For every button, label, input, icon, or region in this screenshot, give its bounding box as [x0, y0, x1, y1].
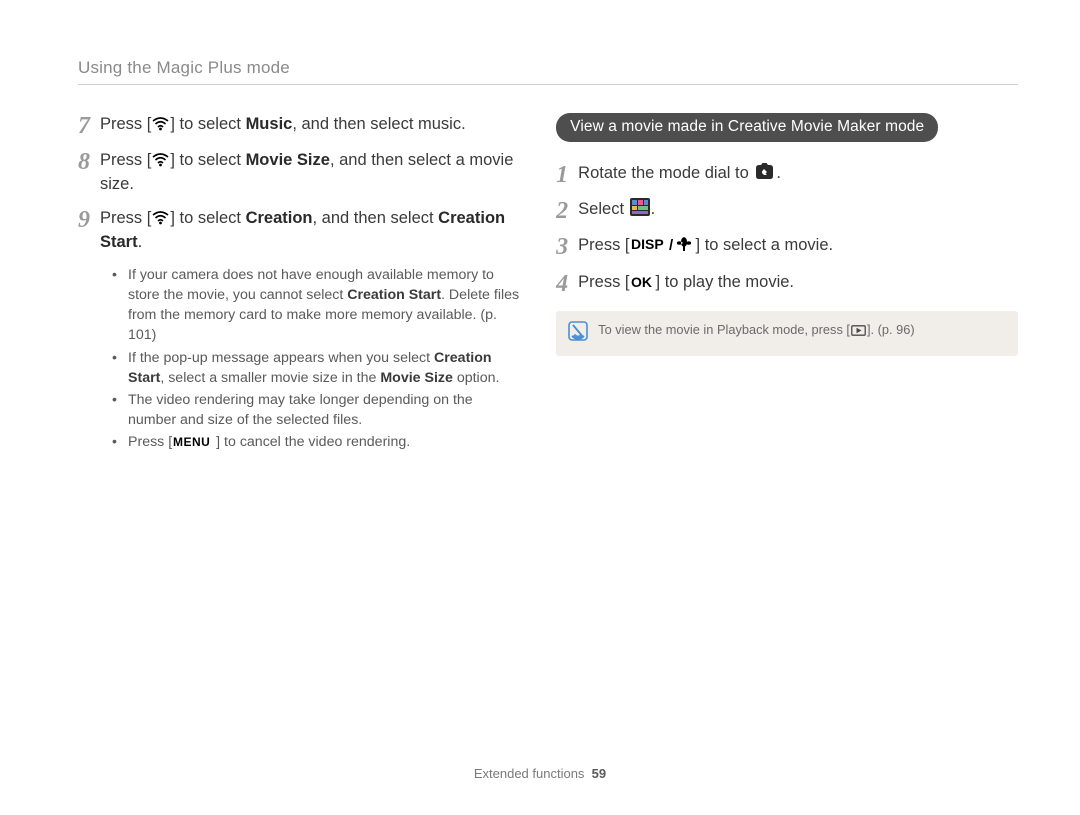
list-item: Press [MENU] to cancel the video renderi… [112, 432, 520, 452]
left-column: 7 Press [] to select Music, and then sel… [78, 113, 520, 454]
step-number: 8 [78, 149, 100, 175]
step-2: 2 Select . [556, 198, 1018, 224]
footer-page: 59 [592, 766, 606, 781]
svg-text:DISP: DISP [631, 236, 664, 252]
creative-movie-icon [630, 198, 650, 216]
playback-icon [851, 325, 866, 336]
note-text: To view the movie in Playback mode, pres… [598, 321, 914, 338]
step-text: Press [] to select Creation, and then se… [100, 207, 520, 255]
step-number: 3 [556, 234, 578, 260]
svg-text:MENU: MENU [173, 435, 210, 448]
wifi-icon [152, 211, 169, 225]
right-column: View a movie made in Creative Movie Make… [556, 113, 1018, 454]
step-text: Rotate the mode dial to . [578, 162, 781, 186]
list-item: If your camera does not have enough avai… [112, 265, 520, 346]
step-text: Press [] to select Movie Size, and then … [100, 149, 520, 197]
disp-macro-icon: DISP / [631, 236, 695, 252]
menu-icon: MENU [173, 435, 215, 448]
svg-text:OK: OK [631, 275, 652, 289]
step-7: 7 Press [] to select Music, and then sel… [78, 113, 520, 139]
step-9: 9 Press [] to select Creation, and then … [78, 207, 520, 255]
svg-text:/: / [669, 237, 674, 252]
page-footer: Extended functions 59 [0, 766, 1080, 781]
list-item: The video rendering may take longer depe… [112, 390, 520, 430]
step-text: Press [OK] to play the movie. [578, 271, 794, 295]
page-title: Using the Magic Plus mode [78, 58, 1018, 78]
list-item: If the pop-up message appears when you s… [112, 348, 520, 388]
content-columns: 7 Press [] to select Music, and then sel… [78, 113, 1018, 454]
manual-page: Using the Magic Plus mode 7 Press [] to … [0, 0, 1080, 815]
step-number: 4 [556, 271, 578, 297]
note-icon [568, 321, 588, 346]
step-4: 4 Press [OK] to play the movie. [556, 271, 1018, 297]
section-heading-pill: View a movie made in Creative Movie Make… [556, 113, 938, 142]
step-number: 2 [556, 198, 578, 224]
step-text: Press [DISP/] to select a movie. [578, 234, 833, 258]
wifi-icon [152, 117, 169, 131]
note-box: To view the movie in Playback mode, pres… [556, 311, 1018, 356]
ok-icon: OK [631, 275, 655, 289]
step-number: 1 [556, 162, 578, 188]
notes-list: If your camera does not have enough avai… [78, 265, 520, 452]
step-1: 1 Rotate the mode dial to . [556, 162, 1018, 188]
footer-section: Extended functions [474, 766, 585, 781]
step-3: 3 Press [DISP/] to select a movie. [556, 234, 1018, 260]
step-8: 8 Press [] to select Movie Size, and the… [78, 149, 520, 197]
step-text: Press [] to select Music, and then selec… [100, 113, 466, 137]
step-number: 7 [78, 113, 100, 139]
mode-dial-icon [754, 163, 775, 180]
step-number: 9 [78, 207, 100, 233]
step-text: Select . [578, 198, 655, 222]
header-rule [78, 84, 1018, 85]
wifi-icon [152, 153, 169, 167]
